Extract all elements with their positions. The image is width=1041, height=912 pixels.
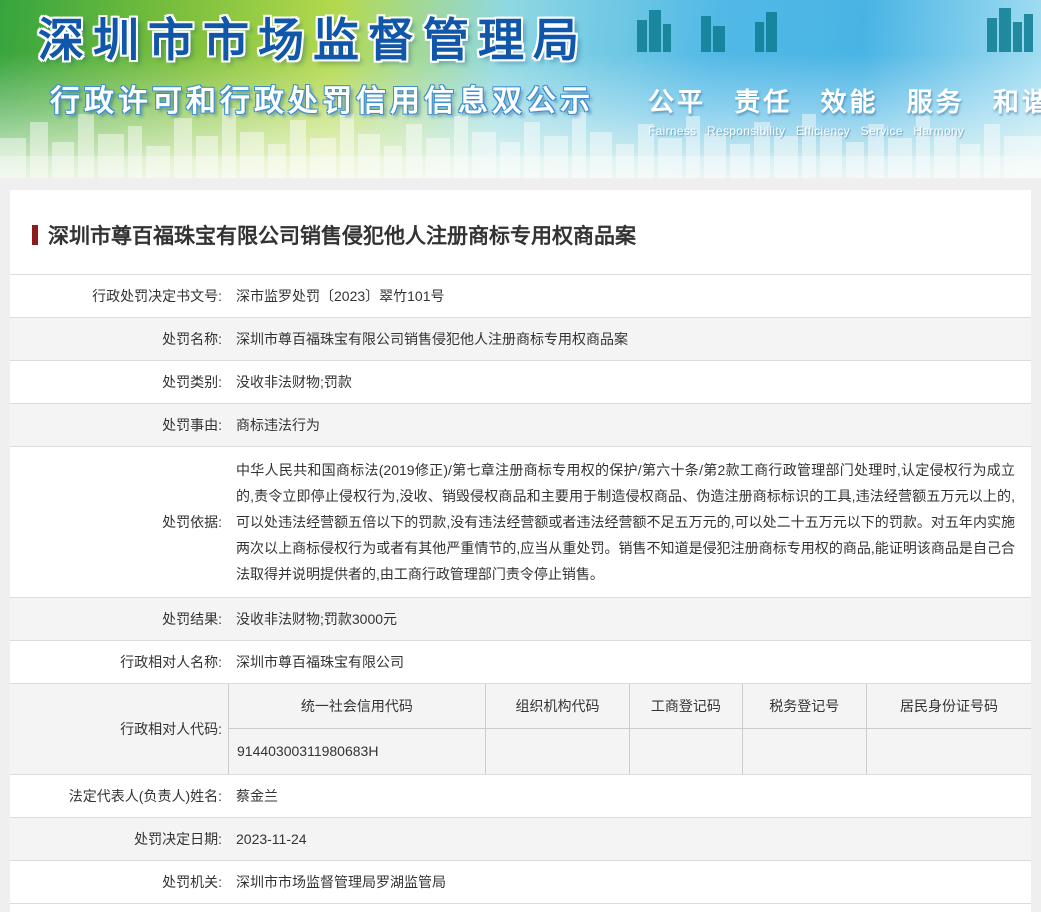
row-label: 处罚名称: [162,331,222,347]
slogan-english: Fairness Responsibility Efficiency Servi… [648,124,965,138]
code-header: 税务登记号 [741,684,867,729]
row-label: 行政处罚决定书文号: [92,288,222,304]
row-label: 处罚机关: [162,874,222,890]
row-value: 深圳市尊百福珠宝有限公司销售侵犯他人注册商标专用权商品案 [236,331,628,347]
site-subtitle: 行政许可和行政处罚信用信息双公示 [50,85,594,118]
row-label: 法定代表人(负责人)姓名: [68,788,222,804]
table-row: 处罚机关: 深圳市市场监督管理局罗湖监管局 [10,861,1031,904]
table-row: 处罚事由: 商标违法行为 [10,403,1031,447]
table-row-party-codes: 行政相对人代码: 统一社会信用代码 组织机构代码 工商登记码 税务登记号 居民身… [10,683,1031,775]
row-value: 没收非法财物;罚款 [236,374,352,390]
row-value: 蔡金兰 [236,788,278,804]
row-label: 处罚依据: [162,514,222,530]
code-header: 组织机构代码 [484,684,630,729]
buildings-icon [637,8,1033,52]
table-row: 处罚决定日期: 2023-11-24 [10,817,1031,861]
code-header: 居民身份证号码 [865,684,1031,729]
case-title: 深圳市尊百福珠宝有限公司销售侵犯他人注册商标专用权商品案 [48,225,636,248]
row-value: 2023-11-24 [236,831,307,847]
row-label: 处罚事由: [162,417,222,433]
code-header: 工商登记码 [629,684,743,729]
case-title-row: 深圳市尊百福珠宝有限公司销售侵犯他人注册商标专用权商品案 [10,220,1031,250]
table-row: 行政相对人名称: 深圳市尊百福珠宝有限公司 [10,641,1031,684]
penalty-info-table: 行政处罚决定书文号: 深市监罗处罚〔2023〕翠竹101号 处罚名称: 深圳市尊… [10,274,1031,904]
row-label: 处罚决定日期: [134,831,222,847]
table-row: 行政处罚决定书文号: 深市监罗处罚〔2023〕翠竹101号 [10,274,1031,318]
row-label: 处罚类别: [162,374,222,390]
row-label: 处罚结果: [162,611,222,627]
row-value: 深市监罗处罚〔2023〕翠竹101号 [236,288,445,304]
code-header: 统一社会信用代码 [228,684,486,729]
site-title: 深圳市市场监督管理局 [38,14,588,66]
title-marker-bar [32,225,38,245]
site-banner: 深圳市市场监督管理局 行政许可和行政处罚信用信息双公示 公平 责任 效能 服务 … [0,0,1041,178]
row-label: 行政相对人代码: [120,721,222,737]
banner-slogan: 公平 责任 效能 服务 和谐 Fairness Responsibility E… [648,82,1041,138]
code-value [629,728,743,774]
code-value: 91440300311980683H [228,728,486,774]
row-label: 行政相对人名称: [120,654,222,670]
code-value [865,728,1031,774]
row-value: 深圳市市场监督管理局罗湖监管局 [236,874,446,890]
row-value: 深圳市尊百福珠宝有限公司 [236,654,404,670]
row-value: 没收非法财物;罚款3000元 [236,611,398,627]
code-table-header-row: 统一社会信用代码 组织机构代码 工商登记码 税务登记号 居民身份证号码 [228,684,1031,729]
table-row-penalty-basis: 处罚依据: 中华人民共和国商标法(2019修正)/第七章注册商标专用权的保护/第… [10,447,1031,598]
row-value: 中华人民共和国商标法(2019修正)/第七章注册商标专用权的保护/第六十条/第2… [236,462,1015,582]
table-row: 处罚名称: 深圳市尊百福珠宝有限公司销售侵犯他人注册商标专用权商品案 [10,317,1031,361]
code-table-value-row: 91440300311980683H [228,728,1031,774]
party-code-table: 统一社会信用代码 组织机构代码 工商登记码 税务登记号 居民身份证号码 9144… [228,684,1031,774]
table-row: 处罚类别: 没收非法财物;罚款 [10,361,1031,404]
slogan-chinese: 公平 责任 效能 服务 和谐 [648,87,1041,117]
code-table-cell: 统一社会信用代码 组织机构代码 工商登记码 税务登记号 居民身份证号码 9144… [228,684,1031,775]
content-card: 深圳市尊百福珠宝有限公司销售侵犯他人注册商标专用权商品案 行政处罚决定书文号: … [10,190,1031,912]
table-row: 法定代表人(负责人)姓名: 蔡金兰 [10,775,1031,818]
row-value: 商标违法行为 [236,417,320,433]
code-value [741,728,867,774]
code-value [484,728,630,774]
table-row: 处罚结果: 没收非法财物;罚款3000元 [10,597,1031,641]
